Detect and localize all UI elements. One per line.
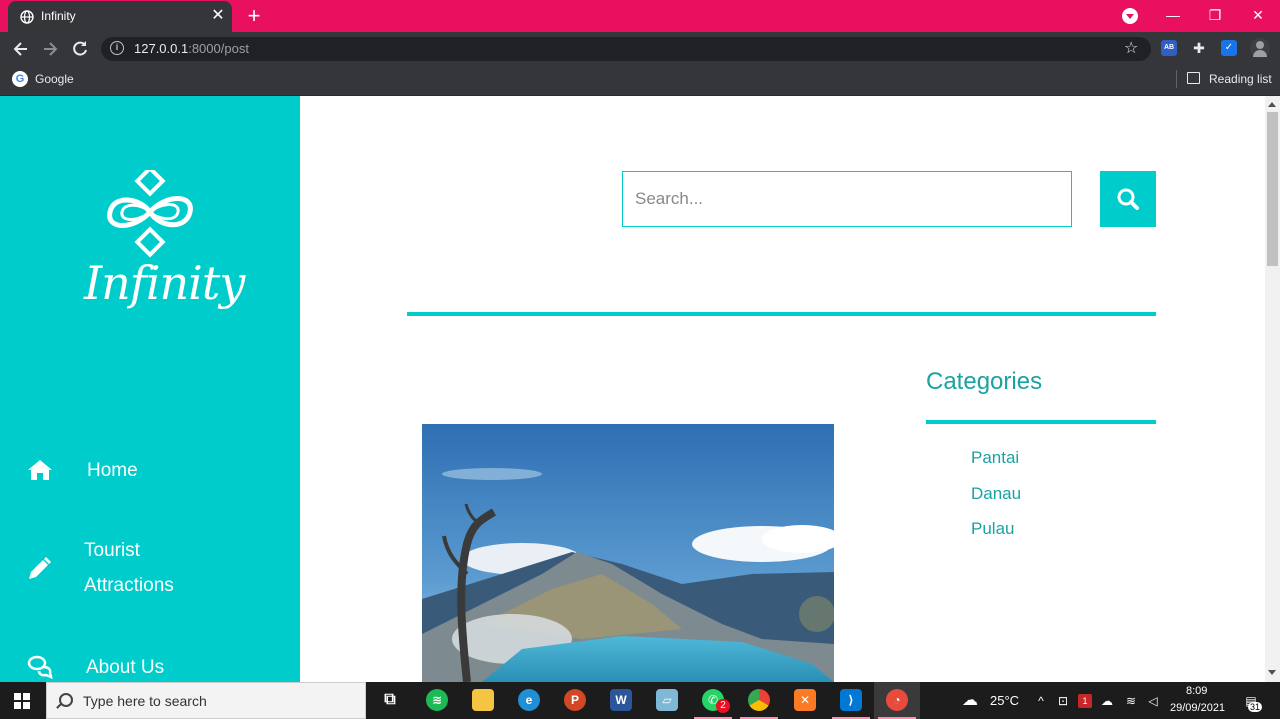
category-item[interactable]: Danau xyxy=(971,484,1021,504)
bookmarks-divider xyxy=(1176,70,1177,88)
search-icon xyxy=(1117,188,1139,210)
section-divider xyxy=(407,312,1156,316)
nav-tourist-label-line1: Tourist xyxy=(84,540,140,561)
site-info-icon[interactable]: i xyxy=(110,41,124,55)
spotify-icon[interactable]: ≋ xyxy=(414,682,460,719)
clock-time[interactable]: 8:09 xyxy=(1186,685,1207,697)
taskbar-search-placeholder: Type here to search xyxy=(83,693,207,709)
post-image[interactable] xyxy=(422,424,834,682)
word-icon[interactable]: W xyxy=(598,682,644,719)
nav-tourist-label-line2: Attractions xyxy=(84,575,174,596)
file-explorer-icon[interactable] xyxy=(460,682,506,719)
clock-date[interactable]: 29/09/2021 xyxy=(1170,702,1225,714)
forward-icon[interactable] xyxy=(39,38,61,60)
whatsapp-badge: 2 xyxy=(716,699,730,713)
categories-divider xyxy=(926,420,1156,424)
url-host: 127.0.0.1 xyxy=(134,41,189,56)
vscode-icon[interactable]: ⟩ xyxy=(828,682,874,719)
browser-tab-active[interactable]: Infinity ✕ xyxy=(8,1,232,32)
nav-home[interactable]: Home xyxy=(0,452,300,492)
back-icon[interactable] xyxy=(10,38,32,60)
search-button[interactable] xyxy=(1100,171,1156,227)
home-icon xyxy=(28,460,52,480)
edge-icon[interactable]: e xyxy=(506,682,552,719)
onedrive-icon[interactable]: ☁ xyxy=(1100,694,1114,708)
whatsapp-icon[interactable]: ✆ 2 xyxy=(690,682,736,719)
app-icon[interactable]: ◔ xyxy=(874,682,920,719)
tab-title: Infinity xyxy=(41,9,76,23)
brand-wordmark: Infinity xyxy=(84,256,245,310)
pencil-icon xyxy=(29,557,51,579)
url-text[interactable]: 127.0.0.1:8000/post xyxy=(134,41,249,56)
chevron-up-icon[interactable]: ^ xyxy=(1034,694,1048,708)
google-icon: G xyxy=(12,71,28,87)
nav-about-label: About Us xyxy=(86,657,165,678)
infinity-logo-icon xyxy=(107,170,193,258)
shield-icon[interactable]: ✓ xyxy=(1221,40,1237,56)
url-path: :8000/post xyxy=(188,41,249,56)
browser-titlebar: Infinity ✕ + — ❐ ✕ xyxy=(0,0,1280,32)
powerpoint-icon[interactable]: P xyxy=(552,682,598,719)
category-item[interactable]: Pantai xyxy=(971,448,1019,468)
chat-icon xyxy=(27,655,53,679)
scroll-up-icon[interactable] xyxy=(1268,102,1276,107)
wifi-icon[interactable]: ≋ xyxy=(1124,694,1138,708)
close-window-button[interactable]: ✕ xyxy=(1246,4,1270,26)
nav-tourist-attractions[interactable]: Tourist Attractions xyxy=(0,533,300,605)
scroll-down-icon[interactable] xyxy=(1268,670,1276,675)
taskbar-search-box[interactable]: Type here to search xyxy=(46,682,366,719)
restore-button[interactable]: ❐ xyxy=(1203,4,1227,26)
weather-temp[interactable]: 25°C xyxy=(990,693,1019,708)
category-item[interactable]: Pulau xyxy=(971,519,1014,539)
bookmarks-bar xyxy=(0,65,1280,96)
reload-icon[interactable] xyxy=(69,38,91,60)
search-input[interactable] xyxy=(622,171,1072,227)
task-view-icon[interactable]: ⧉ xyxy=(367,682,413,719)
globe-icon xyxy=(20,10,34,24)
taskbar-search-icon xyxy=(59,693,73,707)
new-tab-button[interactable]: + xyxy=(244,4,264,28)
reading-list-label: Reading list xyxy=(1209,72,1272,86)
windows-start-icon[interactable] xyxy=(14,693,30,709)
volume-icon[interactable]: ◁ xyxy=(1146,694,1160,708)
nav-home-label: Home xyxy=(87,460,138,481)
web-page: Infinity Home Tourist Attractions About … xyxy=(0,96,1265,682)
windows-taskbar: Type here to search ⧉ ≋ e P W ▱ ✆ 2 ✕ ⟩ … xyxy=(0,682,1280,719)
crater-lake-image xyxy=(422,424,834,682)
notifications-count: 31 xyxy=(1248,702,1263,712)
nav-about-us[interactable]: About Us xyxy=(0,649,300,682)
meet-icon[interactable]: ⊡ xyxy=(1056,694,1070,708)
chrome-icon[interactable] xyxy=(736,682,782,719)
bookmark-star-icon[interactable]: ☆ xyxy=(1124,38,1138,58)
reading-list-icon xyxy=(1187,72,1200,84)
tab-search-button[interactable] xyxy=(1122,8,1138,24)
scroll-thumb[interactable] xyxy=(1267,112,1278,266)
main-content: Categories Pantai Danau Pulau xyxy=(300,96,1265,682)
puzzle-icon[interactable]: ✚ xyxy=(1191,40,1207,56)
profile-avatar[interactable] xyxy=(1250,38,1270,58)
categories-title: Categories xyxy=(926,368,1043,395)
xampp-icon[interactable]: ✕ xyxy=(782,682,828,719)
minimize-button[interactable]: — xyxy=(1161,4,1185,26)
bookmark-label: Google xyxy=(35,72,74,86)
tab-close-icon[interactable]: ✕ xyxy=(210,6,226,26)
page-scrollbar[interactable] xyxy=(1265,96,1280,682)
weather-icon[interactable]: ☁ xyxy=(962,693,978,709)
sidebar: Infinity Home Tourist Attractions About … xyxy=(0,96,300,682)
address-bar[interactable] xyxy=(101,37,1151,61)
notes-icon[interactable]: ▱ xyxy=(644,682,690,719)
adblock-icon[interactable]: AB xyxy=(1161,40,1177,56)
tray-app-icon[interactable]: 1 xyxy=(1078,694,1092,708)
